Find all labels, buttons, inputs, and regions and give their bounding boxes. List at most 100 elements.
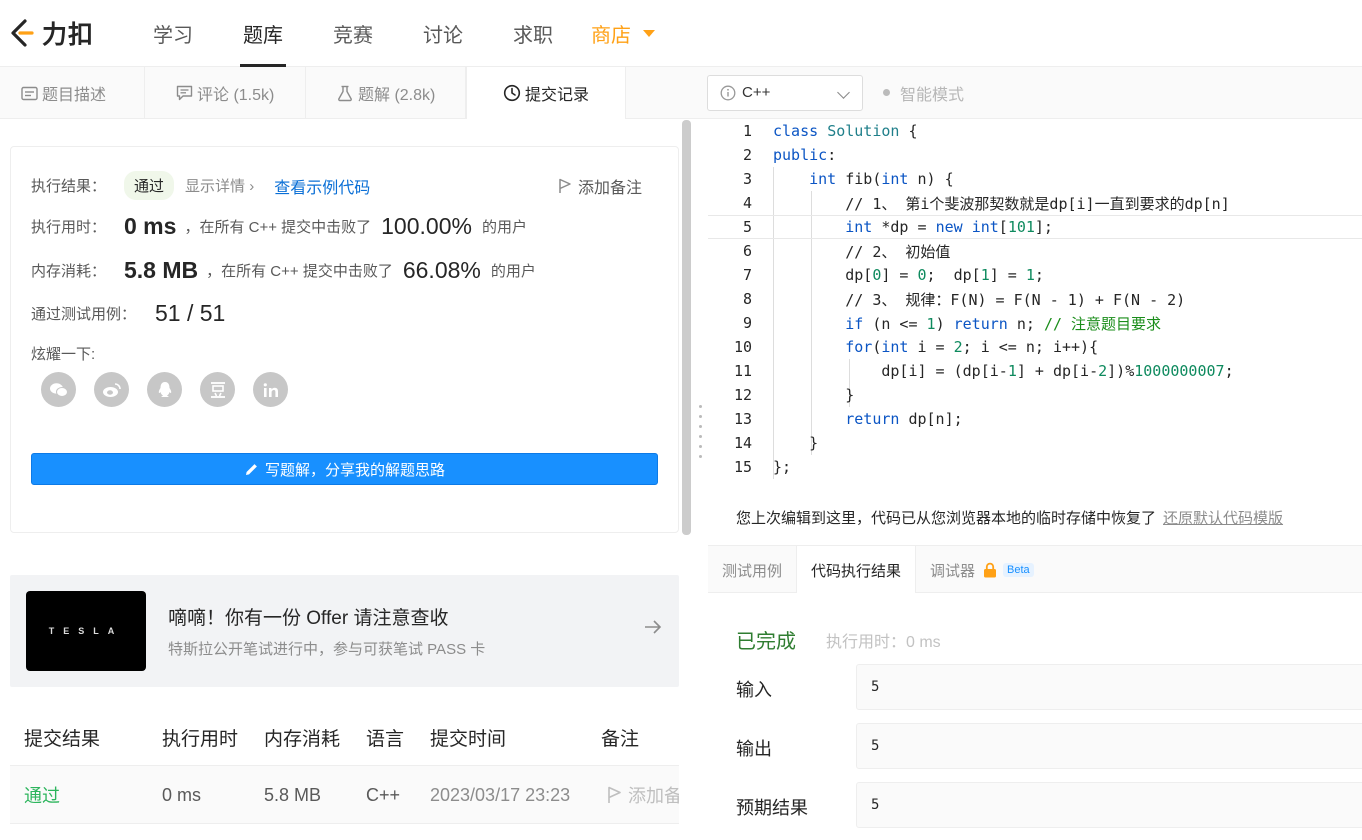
code-text: int *dp = new int[101]; (845, 218, 1053, 236)
tab-comments[interactable]: 评论 (1.5k) (145, 67, 306, 119)
code-editor[interactable]: 1 class Solution { 2 public: 3 int fib(int… (708, 119, 1362, 491)
language-select[interactable]: C++ (707, 74, 863, 111)
row-add-note[interactable]: 添加备注 (607, 766, 679, 824)
output-label: 输出 (736, 739, 772, 759)
submission-table: 提交结果 执行用时 内存消耗 语言 提交时间 备注 通过 0 ms 5.8 MB… (10, 708, 679, 840)
pencil-icon (244, 462, 259, 477)
flag-icon (558, 178, 572, 194)
tab-debugger-label: 调试器 (930, 562, 976, 580)
testcases-label: 通过测试用例： (31, 306, 137, 323)
col-status: 提交结果 (24, 728, 101, 750)
row-runtime: 0 ms (162, 784, 202, 805)
code-text: }; (773, 458, 792, 476)
add-note-button[interactable]: 添加备注 (558, 174, 642, 198)
exec-result-panel: 已完成 执行用时：0 ms 输入 5 输出 5 预期结果 5 (708, 593, 1362, 840)
description-icon (20, 84, 38, 102)
view-example-code-link[interactable]: 查看示例代码 (274, 174, 370, 198)
runtime-label: 执行用时： (31, 219, 107, 236)
share-icons (41, 372, 306, 407)
tab-description[interactable]: 题目描述 (0, 67, 145, 119)
code-line: 4 // 1、 第i个斐波那契数就是dp[i]一直到要求的dp[n] (742, 194, 1230, 213)
code-line: 8 // 3、 规律：F(N) = F(N - 1) + F(N - 2) (742, 290, 1186, 309)
result-label: 执行结果： (31, 178, 107, 195)
table-row[interactable]: 通过 0 ms 5.8 MB C++ 2023/03/17 23:23 添加备注 (10, 766, 679, 824)
row-language: C++ (366, 784, 401, 805)
write-solution-label: 写题解，分享我的解题思路 (264, 461, 445, 479)
code-line: 15}; (733, 458, 792, 476)
lock-icon (983, 562, 997, 578)
language-value: C++ (742, 84, 771, 101)
top-navbar: 力扣 学习 题库 竞赛 讨论 求职 商店 (0, 0, 1362, 67)
nav-contest[interactable]: 竞赛 (308, 0, 398, 67)
nav-learn[interactable]: 学习 (128, 0, 218, 67)
nav-store-label: 商店 (591, 24, 631, 47)
code-text: dp[0] = 0; dp[1] = 1; (773, 266, 1044, 284)
row-memory: 5.8 MB (264, 784, 322, 805)
comment-icon (175, 84, 193, 102)
memory-desc: ，在所有 C++ 提交中击败了 (206, 263, 393, 280)
show-details-label: 显示详情 (185, 178, 246, 195)
promo-banner[interactable]: TESLA 嘀嘀！你有一份 Offer 请注意查收 特斯拉公开笔试进行中，参与可… (10, 575, 679, 687)
row-status[interactable]: 通过 (24, 766, 60, 824)
expected-row: 预期结果 5 (736, 782, 1362, 828)
smart-mode-label: 智能模式 (900, 86, 965, 104)
tab-submissions[interactable]: 提交记录 (466, 67, 626, 119)
logo-text: 力扣 (42, 21, 95, 49)
code-text: public: (773, 146, 837, 164)
smart-mode-toggle[interactable]: 智能模式 (883, 81, 964, 105)
code-text: int fib(int n) { (809, 170, 954, 188)
col-submit-time: 提交时间 (430, 728, 507, 750)
qq-icon[interactable] (147, 372, 182, 407)
status-badge: 通过 (124, 171, 175, 200)
logo[interactable]: 力扣 (8, 15, 128, 51)
code-text: } (773, 434, 819, 452)
tab-solutions[interactable]: 题解 (2.8k) (306, 67, 466, 119)
leetcode-logo-icon (8, 18, 38, 48)
linkedin-icon[interactable] (253, 372, 288, 407)
result-row: 执行结果： 通过 显示详情 › 查看示例代码 (31, 171, 370, 200)
write-solution-button[interactable]: 写题解，分享我的解题思路 (31, 453, 658, 485)
code-line: 6 // 2、 初始值 (742, 242, 951, 261)
arrow-right-icon (643, 617, 663, 643)
restore-text: 您上次编辑到这里，代码已从您浏览器本地的临时存储中恢复了 (736, 509, 1157, 527)
leetcode-app: 力扣 学习 题库 竞赛 讨论 求职 商店 题目描述 评论 (1.5k) 题解 (… (0, 0, 1362, 840)
wechat-icon[interactable] (41, 372, 76, 407)
code-line: 14 } (733, 434, 819, 452)
tab-debugger[interactable]: 调试器 Beta (916, 546, 1048, 594)
code-text: class Solution { (773, 122, 918, 140)
runtime-desc: ，在所有 C++ 提交中击败了 (184, 219, 372, 236)
tab-test-cases[interactable]: 测试用例 (708, 546, 796, 594)
nav-store[interactable]: 商店 (578, 0, 668, 67)
code-text: return dp[n]; (845, 410, 963, 428)
flask-icon (336, 84, 354, 102)
row-add-note-label: 添加备注 (628, 786, 679, 806)
restore-default-link[interactable]: 还原默认代码模版 (1163, 507, 1283, 528)
chevron-down-icon (837, 85, 850, 99)
tab-description-label: 题目描述 (42, 87, 107, 104)
left-panel-scrollbar[interactable] (682, 120, 691, 535)
memory-percentile: 66.08% (402, 257, 481, 283)
input-label: 输入 (736, 680, 772, 700)
input-value: 5 (856, 664, 1362, 710)
code-text: if (n <= 1) return n; // 注意题目要求 (845, 314, 1162, 333)
code-line-current: 5 int *dp = new int[101]; (708, 215, 1362, 239)
input-row: 输入 5 (736, 664, 1362, 710)
weibo-icon[interactable] (94, 372, 129, 407)
expected-label: 预期结果 (736, 798, 808, 818)
panel-resize-handle[interactable] (699, 405, 703, 463)
code-line: 3 int fib(int n) { (742, 170, 954, 188)
tesla-logo: TESLA (26, 591, 146, 671)
exec-time: 执行用时：0 ms (826, 634, 941, 651)
douban-icon[interactable] (200, 372, 235, 407)
code-line: 9 if (n <= 1) return n; // 注意题目要求 (742, 314, 1162, 333)
console-tabs: 测试用例 代码执行结果 调试器 Beta (708, 545, 1362, 594)
exec-status: 已完成 (736, 631, 796, 653)
nav-jobs[interactable]: 求职 (488, 0, 578, 67)
memory-value: 5.8 MB (124, 257, 199, 283)
code-text: // 1、 第i个斐波那契数就是dp[i]一直到要求的dp[n] (773, 194, 1230, 213)
tab-exec-result[interactable]: 代码执行结果 (796, 546, 917, 594)
show-details-link[interactable]: 显示详情 › (185, 175, 254, 196)
nav-discuss[interactable]: 讨论 (398, 0, 488, 67)
nav-problemset[interactable]: 题库 (218, 0, 308, 67)
expected-value: 5 (856, 782, 1362, 828)
